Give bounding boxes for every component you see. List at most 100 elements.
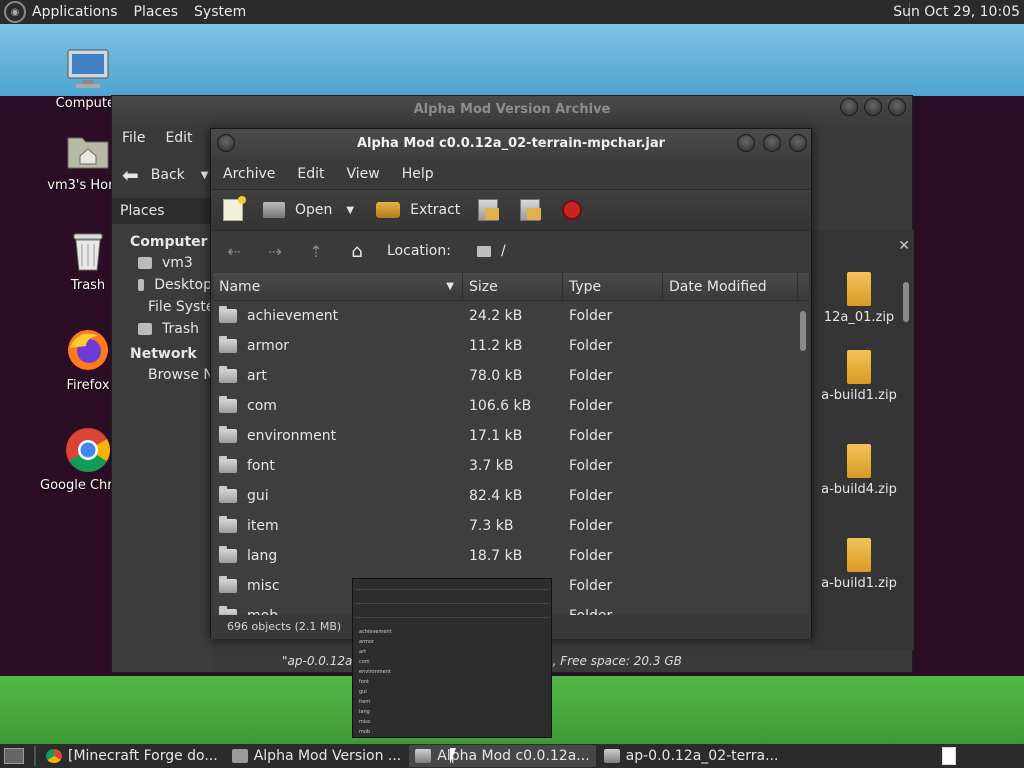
new-archive-button[interactable] (223, 196, 246, 221)
cell-size: 78.0 kB (469, 368, 523, 384)
minimize-button[interactable] (737, 134, 755, 152)
show-desktop-icon[interactable] (4, 748, 24, 764)
mouse-pointer-icon (450, 748, 456, 764)
cell-name: item (213, 516, 463, 534)
maximize-button[interactable] (763, 134, 781, 152)
panel-clock[interactable]: Sun Oct 29, 10:05 (893, 4, 1020, 20)
extract-button[interactable]: Extract (376, 202, 460, 218)
task-button-archive-active[interactable]: Alpha Mod c0.0.12a... (409, 745, 596, 767)
workspace-switcher-icon[interactable] (942, 747, 956, 765)
add-folder-button[interactable] (520, 199, 542, 221)
distro-logo-icon[interactable]: ◉ (4, 1, 26, 23)
preview-locationbar (355, 617, 549, 618)
minimize-button[interactable] (840, 98, 858, 116)
menu-help[interactable]: Help (402, 166, 434, 182)
window-menu-button[interactable] (217, 134, 235, 152)
cell-name: art (213, 366, 463, 384)
window-titlebar[interactable]: Alpha Mod c0.0.12a_02-terrain-mpchar.jar (211, 129, 811, 159)
table-row[interactable]: item 7.3 kB Folder (213, 511, 809, 541)
open-button[interactable]: Open ▼ (263, 202, 362, 218)
file-item-label: a-build4.zip (821, 482, 897, 497)
table-row[interactable]: art 78.0 kB Folder (213, 361, 809, 391)
menu-file[interactable]: File (122, 130, 145, 146)
table-row[interactable]: gui 82.4 kB Folder (213, 481, 809, 511)
up-arrow-icon[interactable]: ⇡ (305, 240, 327, 262)
task-button-chrome[interactable]: [Minecraft Forge do... (40, 745, 224, 767)
sort-descending-icon: ▼ (446, 281, 454, 292)
close-pane-icon[interactable]: ✕ (898, 238, 910, 254)
places-menu[interactable]: Places (134, 4, 179, 20)
back-dropdown-caret-icon[interactable]: ▼ (201, 170, 209, 181)
forward-arrow-icon[interactable]: ⇢ (264, 240, 286, 262)
places-header[interactable]: Places (112, 198, 212, 224)
zip-archive-icon (847, 538, 871, 572)
stop-button[interactable] (562, 200, 583, 220)
table-row[interactable]: armor 11.2 kB Folder (213, 331, 809, 361)
close-button[interactable] (789, 134, 807, 152)
extract-label: Extract (410, 202, 461, 218)
maximize-button[interactable] (864, 98, 882, 116)
sidebar-item-trash[interactable]: Trash (112, 318, 212, 340)
back-arrow-icon[interactable]: ⬅︎ (122, 163, 139, 187)
column-header-date-modified[interactable]: Date Modified (663, 273, 798, 300)
back-arrow-icon[interactable]: ⇠ (223, 240, 245, 262)
table-row[interactable]: com 106.6 kB Folder (213, 391, 809, 421)
cell-type: Folder (569, 398, 613, 414)
home-icon[interactable]: ⌂ (346, 240, 368, 262)
cell-name-label: font (247, 458, 275, 474)
scrollbar-thumb[interactable] (903, 282, 909, 322)
cell-size: 24.2 kB (469, 308, 523, 324)
table-row[interactable]: achievement 24.2 kB Folder (213, 301, 809, 331)
menu-view[interactable]: View (347, 166, 380, 182)
task-button-archive[interactable]: ap-0.0.12a_02-terra... (598, 745, 785, 767)
preview-row: armor (359, 639, 375, 645)
sidebar-item-file-system[interactable]: File System (112, 296, 228, 318)
file-view-scrollbar[interactable] (902, 264, 910, 644)
folder-icon (219, 306, 237, 323)
list-body: achievement 24.2 kB Folder armor 11.2 kB Fold… (213, 301, 809, 615)
desktop-wallpaper-sky (0, 24, 1024, 96)
file-view-pane: ✕ 12a_01.zip a-build1.zip a-build4.zip a… (810, 230, 914, 650)
open-dropdown-caret-icon[interactable]: ▼ (346, 205, 354, 216)
window-titlebar[interactable]: Alpha Mod Version Archive (112, 96, 912, 124)
column-header-size[interactable]: Size (463, 273, 563, 300)
table-row[interactable]: environment 17.1 kB Folder (213, 421, 809, 451)
archive-manager-icon (603, 749, 620, 763)
cell-name-label: achievement (247, 308, 339, 324)
column-header-type[interactable]: Type (563, 273, 663, 300)
preview-toolbar (355, 603, 549, 604)
cell-name: environment (213, 426, 463, 444)
cell-type: Folder (569, 488, 613, 504)
menu-archive[interactable]: Archive (223, 166, 275, 182)
list-scrollbar[interactable] (799, 301, 807, 609)
file-item-zip[interactable]: a-build1.zip (814, 350, 904, 403)
cell-name-label: mob (247, 608, 278, 615)
sidebar-item-label: vm3 (162, 255, 193, 271)
close-button[interactable] (888, 98, 906, 116)
file-item-zip[interactable]: a-build4.zip (814, 444, 904, 497)
task-button-file-manager[interactable]: Alpha Mod Version ... (226, 745, 408, 767)
extract-icon (376, 202, 401, 218)
column-header-label: Name (219, 278, 261, 295)
file-item-zip[interactable]: 12a_01.zip (814, 272, 904, 325)
system-menu[interactable]: System (194, 4, 246, 20)
column-header-name[interactable]: Name ▼ (213, 273, 463, 300)
location-bar: ⇠ ⇢ ⇡ ⌂ Location: / (211, 231, 811, 271)
back-button[interactable]: Back (151, 167, 185, 183)
file-item-zip[interactable]: a-build1.zip (814, 538, 904, 591)
applications-menu[interactable]: Applications (32, 4, 118, 20)
sidebar-item-desktop[interactable]: Desktop (112, 274, 212, 296)
cell-name-label: item (247, 518, 279, 534)
menu-edit[interactable]: Edit (297, 166, 324, 182)
table-row[interactable]: lang 18.7 kB Folder (213, 541, 809, 571)
scrollbar-thumb[interactable] (800, 311, 806, 351)
window-title: Alpha Mod c0.0.12a_02-terrain-mpchar.jar (356, 136, 666, 151)
sidebar-item-browse-network[interactable]: Browse Network (112, 364, 262, 386)
location-path[interactable]: / (501, 243, 506, 259)
cell-size: 3.7 kB (469, 458, 514, 474)
menu-edit[interactable]: Edit (165, 130, 192, 146)
sidebar-item-vm3[interactable]: vm3 (112, 252, 212, 274)
add-files-button[interactable] (478, 199, 500, 221)
table-row[interactable]: font 3.7 kB Folder (213, 451, 809, 481)
window-preview-thumbnail[interactable]: achievement armor art com environment font gui… (352, 578, 552, 738)
